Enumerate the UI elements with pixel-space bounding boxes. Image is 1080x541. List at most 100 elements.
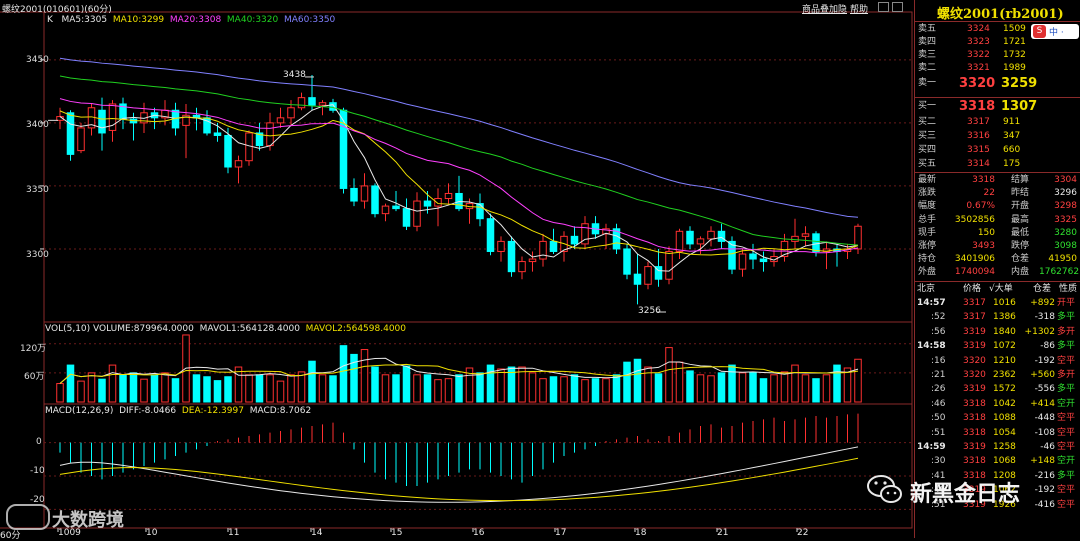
candle-body: [518, 261, 526, 273]
tick-time: :16: [931, 355, 946, 366]
tick-time: :52: [931, 312, 946, 323]
ask-label: 卖四: [918, 37, 937, 47]
volume-bar: [686, 370, 694, 403]
ask-label: 卖五: [918, 24, 937, 34]
macd-legend: MACD(12,26,9) DIFF:-8.0466 DEA:-12.3997 …: [45, 406, 311, 416]
volume-bar: [192, 374, 201, 403]
candle-body: [738, 253, 747, 270]
vol-axis-60: 60万: [24, 372, 45, 382]
date-label-22: 22: [797, 528, 809, 538]
date-label-11: 11: [228, 528, 240, 538]
stat-row: 总手 3502856 最高 3325: [915, 214, 1080, 227]
bid-price: 3314: [967, 159, 990, 169]
ask-label: 卖二: [918, 63, 937, 73]
volume-bar: [108, 364, 117, 403]
k-label: K: [47, 15, 53, 25]
tick-volume: 1088: [993, 413, 1016, 424]
quote-panel: 螺纹2001(rb2001) S 中 · 卖五 3324 1509 卖四 3323 172…: [914, 0, 1080, 538]
candle-body: [686, 230, 694, 245]
stat-row: 涨停 3493 跌停 3098: [915, 240, 1080, 253]
tick-price: 3317: [963, 298, 986, 308]
ma10-label: MA10:3299: [112, 15, 165, 25]
bid-price: 3316: [967, 131, 990, 141]
ask-row: 卖二 3321 1989: [915, 62, 1080, 75]
candle-body: [224, 134, 232, 168]
candle-body: [539, 240, 547, 260]
stat-row: 现手 150 最低 3280: [915, 227, 1080, 240]
volume-bar: [633, 358, 642, 403]
candle-body: [444, 192, 453, 200]
tick-price: 3319: [963, 442, 986, 452]
tick-oi-diff: -216: [1034, 470, 1055, 481]
date-label-16: 16: [473, 528, 485, 538]
tick-price: 3319: [963, 341, 986, 352]
volume-bar: [560, 376, 568, 403]
volume-bar: [87, 372, 96, 403]
volume-bar: [287, 374, 295, 403]
volume-bar: [812, 378, 820, 403]
tick-nature: 多开: [1057, 370, 1076, 380]
stat-row: 外盘 1740094 内盘 1762762: [915, 266, 1080, 279]
tick-oi-diff: +560: [1030, 370, 1055, 380]
stat-label: 幅度: [918, 201, 937, 212]
volume-bar: [255, 374, 264, 403]
tick-nature: 空平: [1057, 413, 1076, 424]
ask-volume: 1989: [1003, 63, 1026, 73]
macd-axis-m10: -10: [30, 466, 45, 476]
tick-oi-diff: +1302: [1024, 326, 1055, 337]
volume-bar: [150, 374, 159, 403]
tick-oi-diff: -108: [1034, 427, 1055, 438]
hide-link[interactable]: 隐: [838, 2, 847, 15]
volume-bar: [665, 347, 673, 403]
divider: [915, 281, 1080, 282]
divider: [915, 97, 1080, 98]
price-panel-frame: [43, 11, 913, 323]
candle-body: [812, 233, 820, 252]
volume-bar: [171, 378, 180, 403]
volume-bar: [413, 374, 421, 403]
volume-bar: [854, 358, 862, 403]
tick-nature: 多开: [1057, 326, 1076, 337]
candle-body: [276, 117, 285, 124]
volume-bar: [791, 364, 799, 403]
volume-bar: [77, 380, 85, 403]
overlay-link[interactable]: 商品叠加: [802, 2, 838, 15]
stat-value: 3325: [1054, 214, 1077, 225]
candle-body: [339, 109, 348, 189]
candle-body: [98, 109, 106, 134]
candle-body: [108, 103, 117, 131]
tick-time: :26: [931, 384, 946, 395]
tick-nature: 开平: [1057, 298, 1076, 308]
price-axis-3400: 3400: [26, 120, 49, 130]
tick-volume: 1016: [993, 298, 1016, 308]
tick-oi-diff: -448: [1034, 413, 1055, 424]
help-link[interactable]: 帮助: [850, 2, 868, 15]
volume-bar: [549, 376, 558, 403]
tick-volume: 1068: [993, 456, 1016, 467]
volume-bar: [392, 374, 400, 403]
candle-body: [77, 127, 85, 152]
candle-body: [696, 238, 705, 245]
volume-bar: [360, 349, 369, 403]
stat-value: 0.67%: [966, 201, 995, 212]
volume-bar: [591, 378, 600, 403]
scroll-up-button[interactable]: [878, 2, 889, 12]
candle-body: [707, 230, 715, 240]
candle-body: [371, 185, 379, 215]
volume-bar: [213, 380, 222, 403]
volume-bar: [770, 374, 778, 403]
candle-body: [266, 122, 274, 147]
bid-volume: 911: [1003, 117, 1021, 127]
tick-nature: 多平: [1057, 341, 1076, 352]
stat-value: 3502856: [954, 214, 995, 225]
tick-price: 3318: [963, 398, 986, 409]
candle-body: [318, 102, 327, 106]
stat-label: 涨停: [918, 241, 937, 251]
date-label-17: 17: [555, 528, 567, 538]
tick-volume: 1042: [993, 398, 1016, 409]
scroll-down-button[interactable]: [892, 2, 903, 12]
chart-area[interactable]: [0, 0, 914, 538]
price-axis-3350: 3350: [26, 185, 49, 195]
ma5-label: MA5:3305: [61, 15, 108, 25]
tick-row: :21 3320 2362 +560 多开: [915, 369, 1080, 382]
